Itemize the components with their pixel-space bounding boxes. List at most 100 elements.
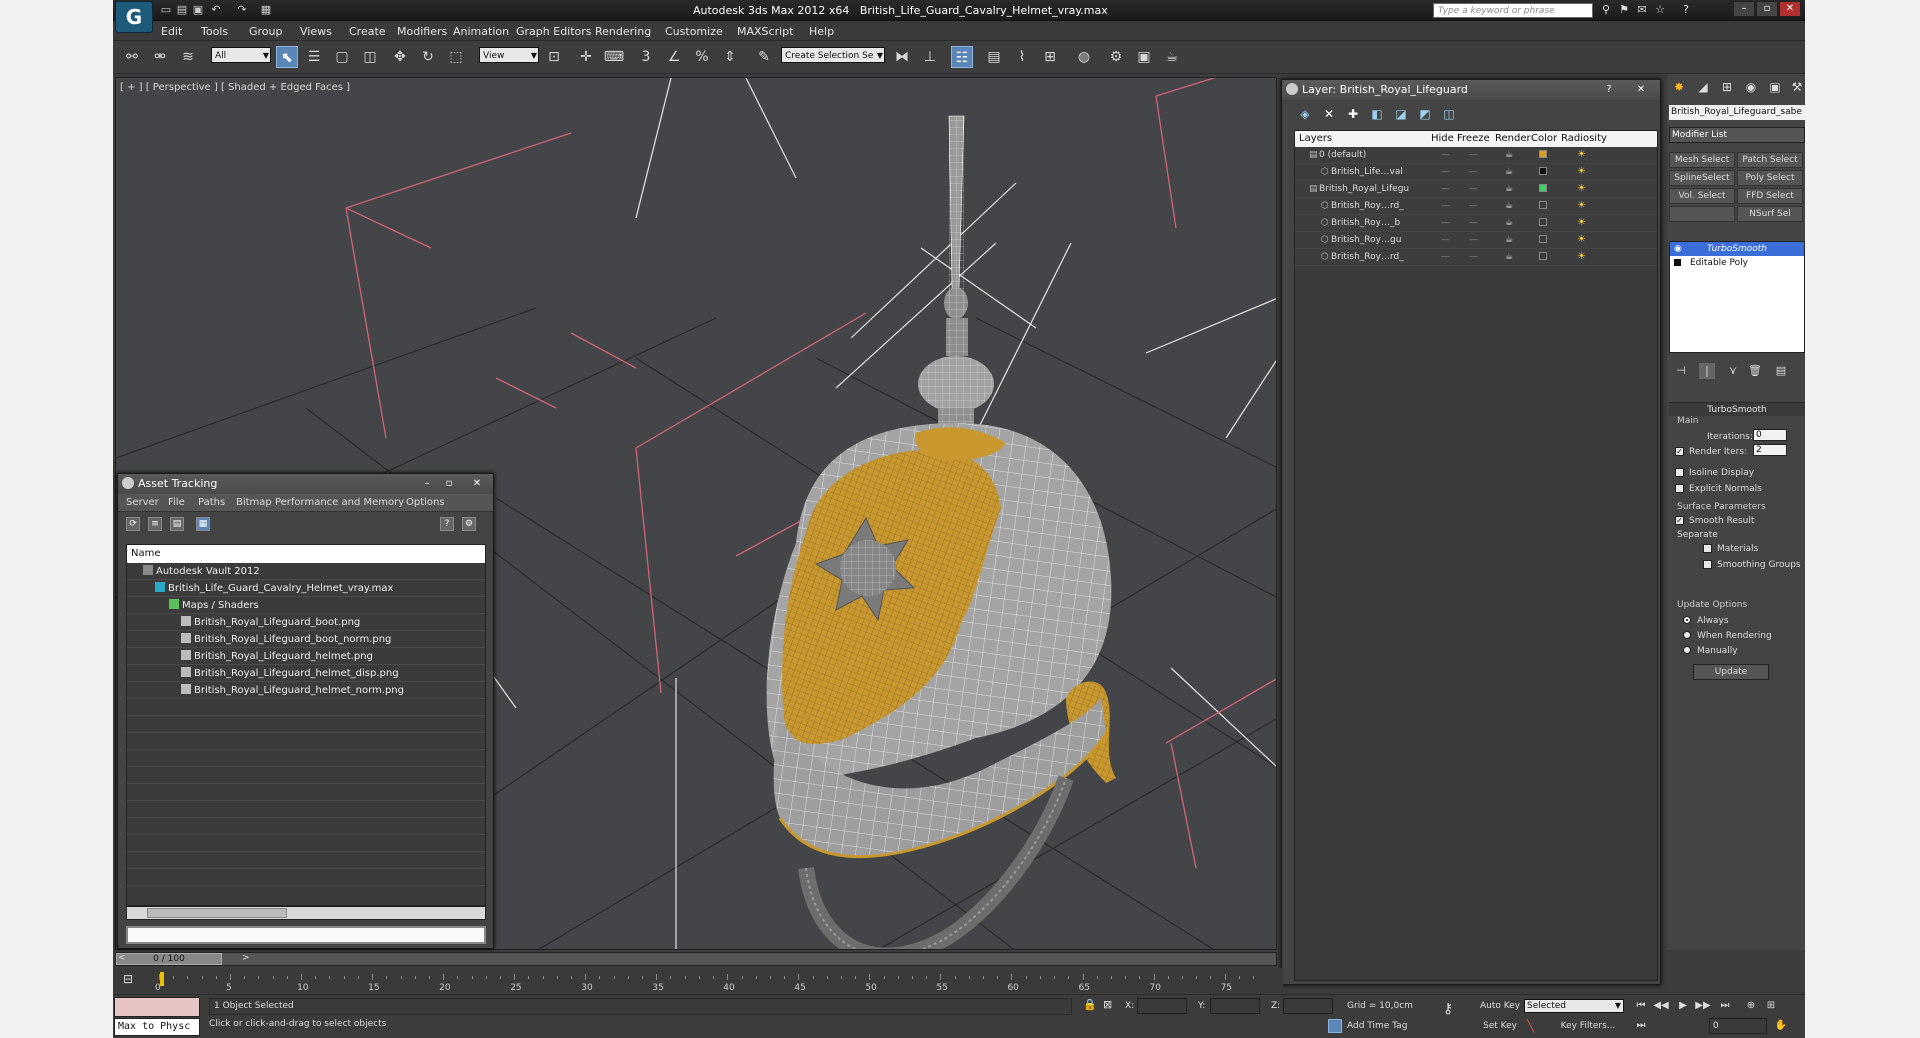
layer-name[interactable]: British_Roy…rd_	[1331, 201, 1404, 211]
y-coordinate-field[interactable]	[1210, 998, 1260, 1014]
hierarchy-tab-icon[interactable]: ⊞	[1717, 78, 1737, 96]
selection-filter-select[interactable]: All ▼	[211, 47, 271, 63]
help-icon[interactable]: ?	[440, 517, 454, 531]
layer-row[interactable]: ⬡ British_Roy…gu — — ☕ ☀	[1295, 232, 1657, 249]
radiosity-icon[interactable]: ☀	[1577, 167, 1587, 177]
tree-item[interactable]: British_Royal_Lifeguard_boot.png	[127, 614, 485, 631]
rect-selection-icon[interactable]: ▢	[331, 46, 353, 68]
scrollbar-thumb[interactable]	[147, 908, 287, 918]
search-input[interactable]: Type a keyword or phrase	[1433, 3, 1593, 18]
track-bar[interactable]: ⊟ 0 5 10 15 20 25 30 35 40 45 50 55 60 65 70 75	[113, 968, 1283, 993]
hide-toggle[interactable]: —	[1441, 201, 1450, 211]
asset-menu-file[interactable]: File	[168, 497, 185, 508]
isoline-checkbox[interactable]	[1675, 468, 1684, 477]
app-logo-icon[interactable]: G	[115, 1, 153, 33]
spinner-snap-icon[interactable]: ⇕	[719, 46, 741, 68]
freeze-all-icon[interactable]: ◫	[1442, 107, 1456, 121]
undo-icon[interactable]: ↶	[209, 3, 223, 17]
asset-column-header[interactable]: Name	[127, 545, 485, 563]
asset-tracking-titlebar[interactable]: Asset Tracking – ▫ ✕	[118, 474, 493, 494]
z-coordinate-field[interactable]	[1283, 998, 1333, 1014]
mirror-icon[interactable]: ⧓	[891, 46, 913, 68]
lightbulb-icon[interactable]: ◉	[1674, 242, 1682, 256]
window-crossing-icon[interactable]: ◫	[359, 46, 381, 68]
layer-name[interactable]: British_Roy…gu	[1331, 235, 1401, 245]
tree-item[interactable]: British_Royal_Lifeguard_boot_norm.png	[127, 631, 485, 648]
tree-item[interactable]: British_Royal_Lifeguard_helmet.png	[127, 648, 485, 665]
next-frame-icon[interactable]: >	[242, 953, 250, 963]
render-teapot-icon[interactable]: ☕	[1505, 184, 1513, 194]
help-icon[interactable]: ?	[1600, 82, 1618, 97]
render-teapot-icon[interactable]: ☕	[1505, 252, 1513, 262]
create-tab-icon[interactable]: ✸	[1669, 78, 1689, 96]
spline-select-button[interactable]: SplineSelect	[1669, 170, 1735, 186]
link-icon[interactable]: ⚯	[121, 46, 143, 68]
edit-named-selection-icon[interactable]: ✎	[753, 46, 775, 68]
communication-icon[interactable]: ✉	[1635, 3, 1649, 17]
asset-menu-server[interactable]: Server	[126, 497, 159, 508]
absolute-mode-icon[interactable]: ⊠	[1103, 998, 1112, 1011]
create-layer-icon[interactable]: ◈	[1298, 107, 1312, 121]
layer-name[interactable]: British_Roy…rd_	[1331, 252, 1404, 262]
key-filters-button[interactable]: Key Filters...	[1553, 1018, 1623, 1034]
make-unique-icon[interactable]: ⋎	[1725, 363, 1741, 379]
list-icon[interactable]: ≡	[148, 517, 162, 531]
modify-tab-icon[interactable]: ◢	[1693, 78, 1713, 96]
maxscript-mini-listener[interactable]: Max to Physc	[114, 1018, 200, 1036]
mini-curve-editor-icon[interactable]: ⊟	[123, 972, 133, 986]
stack-item-turbosmooth[interactable]: ◉ TurboSmooth	[1670, 242, 1804, 256]
layer-manager-titlebar[interactable]: Layer: British_Royal_Lifeguard ? ✕	[1282, 80, 1660, 100]
radiosity-icon[interactable]: ☀	[1577, 252, 1587, 262]
col-radiosity[interactable]: Radiosity	[1561, 133, 1607, 144]
layer-color-swatch[interactable]	[1539, 252, 1547, 260]
key-icon[interactable]: ⚷	[1443, 1001, 1453, 1017]
explicit-normals-checkbox[interactable]	[1675, 484, 1684, 493]
go-to-start-icon[interactable]: ⏮	[1633, 998, 1649, 1014]
layer-color-swatch[interactable]	[1539, 218, 1547, 226]
smoothing-groups-checkbox[interactable]	[1703, 560, 1712, 569]
asset-menu-bitmap[interactable]: Bitmap Performance and Memory	[236, 497, 404, 508]
menu-maxscript[interactable]: MAXScript	[737, 25, 793, 38]
radiosity-icon[interactable]: ☀	[1577, 235, 1587, 245]
align-icon[interactable]: ⊥	[919, 46, 941, 68]
col-layers[interactable]: Layers	[1299, 133, 1332, 144]
layer-color-swatch[interactable]	[1539, 235, 1547, 243]
lock-selection-icon[interactable]: 🔒	[1083, 998, 1097, 1011]
layer-name[interactable]: British_Roy…_b	[1331, 218, 1400, 228]
freeze-toggle[interactable]: —	[1469, 150, 1478, 160]
add-time-tag[interactable]: Add Time Tag	[1347, 1021, 1407, 1031]
turbosmooth-rollout[interactable]: TurboSmooth	[1669, 402, 1805, 416]
layer-color-swatch[interactable]	[1539, 201, 1547, 209]
remove-modifier-icon[interactable]: 🗑	[1747, 363, 1763, 379]
curve-editor-icon[interactable]: ⌇	[1011, 46, 1033, 68]
render-teapot-icon[interactable]: ☕	[1505, 235, 1513, 245]
close-icon[interactable]: ✕	[1632, 82, 1650, 97]
material-editor-icon[interactable]: ◍	[1073, 46, 1095, 68]
manually-radio[interactable]	[1683, 646, 1691, 654]
schematic-view-icon[interactable]: ⊞	[1039, 46, 1061, 68]
hide-toggle[interactable]: —	[1441, 150, 1450, 160]
scale-icon[interactable]: ⬚	[445, 46, 467, 68]
prev-frame-icon[interactable]: <	[118, 953, 126, 963]
layer-row[interactable]: ⬡ British_Roy…_b — — ☕ ☀	[1295, 215, 1657, 232]
viewport-label[interactable]: [ + ] [ Perspective ] [ Shaded + Edged F…	[120, 82, 350, 93]
table-view-icon[interactable]: ▤	[170, 517, 184, 531]
freeze-toggle[interactable]: —	[1469, 167, 1478, 177]
menu-group[interactable]: Group	[249, 25, 283, 38]
iterations-spinner[interactable]: 0	[1753, 429, 1787, 441]
hide-toggle[interactable]: —	[1441, 218, 1450, 228]
pin-stack-icon[interactable]: ⊣	[1673, 363, 1689, 379]
layer-manager-icon[interactable]: ☷	[951, 46, 973, 68]
subscription-icon[interactable]: ⚑	[1617, 3, 1631, 17]
previous-frame-icon[interactable]: ◀◀	[1653, 998, 1669, 1014]
tree-item[interactable]: Maps / Shaders	[127, 597, 485, 614]
graphite-tools-icon[interactable]: ▤	[983, 46, 1005, 68]
smooth-result-checkbox[interactable]: ✓	[1675, 516, 1684, 525]
select-in-layer-icon[interactable]: ◧	[1370, 107, 1384, 121]
when-rendering-radio[interactable]	[1683, 631, 1691, 639]
layer-color-swatch[interactable]	[1539, 184, 1547, 192]
col-color[interactable]: Color	[1531, 133, 1557, 144]
object-name-field[interactable]: British_Royal_Lifeguard_sabe	[1669, 105, 1805, 120]
freeze-toggle[interactable]: —	[1469, 235, 1478, 245]
binoculars-icon[interactable]: ⚲	[1599, 3, 1613, 17]
